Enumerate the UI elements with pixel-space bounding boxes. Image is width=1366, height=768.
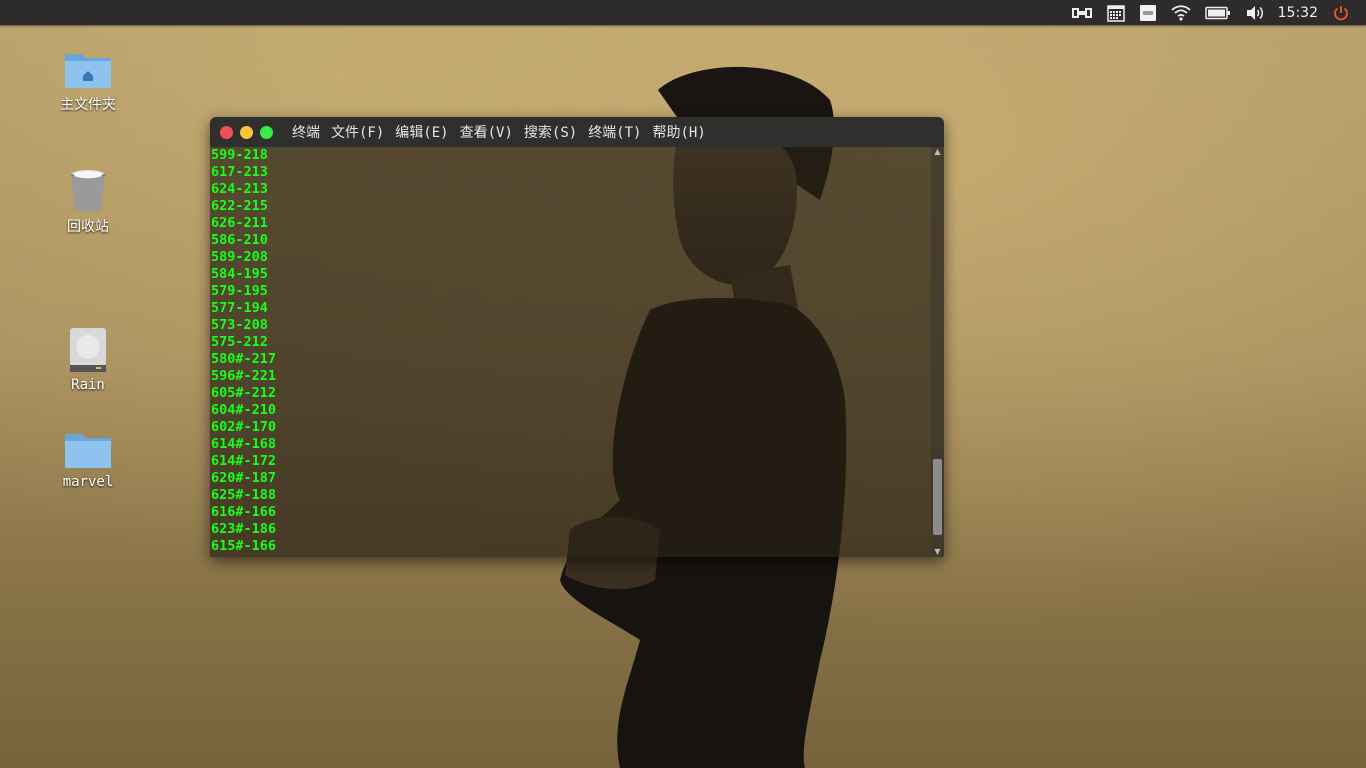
output-line: 599-218 <box>211 147 268 163</box>
desktop-icon-label: Rain <box>71 377 105 393</box>
clock[interactable]: 15:32 <box>1278 5 1318 21</box>
maximize-button[interactable] <box>260 125 273 139</box>
output-line: 615#-166 <box>211 538 277 554</box>
output-line: 605#-212 <box>211 385 277 401</box>
menu-search[interactable]: 搜索(S) <box>524 122 577 142</box>
desktop-icon-label: 回收站 <box>67 219 109 235</box>
output-line: 617-213 <box>211 164 268 180</box>
menu-edit[interactable]: 编辑(E) <box>395 122 448 142</box>
home-folder-icon <box>65 54 111 88</box>
desktop-icon-marvel[interactable]: marvel <box>38 430 138 490</box>
terminal-output[interactable]: 599-218 617-213 624-213 622-215 626-211 … <box>210 147 944 557</box>
volume-icon[interactable] <box>1245 0 1265 25</box>
desktop-icon-trash[interactable]: 回收站 <box>38 166 138 236</box>
output-line: 589-208 <box>211 249 268 265</box>
scroll-down-arrow-icon[interactable]: ▼ <box>931 547 944 557</box>
terminal-window: 终端 文件(F) 编辑(E) 查看(V) 搜索(S) 终端(T) 帮助(H) 5… <box>210 117 944 557</box>
top-panel: 15:32 <box>0 0 1366 25</box>
output-line: 577-194 <box>211 300 268 316</box>
output-line: 620#-187 <box>211 470 277 486</box>
output-line: 624-213 <box>211 181 268 197</box>
output-line: 626-211 <box>211 215 268 231</box>
output-line: 623#-186 <box>211 521 277 537</box>
desktop-icon-home[interactable]: 主文件夹 <box>38 50 138 114</box>
output-line: 580#-217 <box>211 351 277 367</box>
output-line: 602#-170 <box>211 419 277 435</box>
output-line: 622-215 <box>211 198 268 214</box>
power-icon[interactable] <box>1333 0 1349 25</box>
output-line: 614#-172 <box>211 453 277 469</box>
terminal-titlebar[interactable]: 终端 文件(F) 编辑(E) 查看(V) 搜索(S) 终端(T) 帮助(H) <box>210 117 944 147</box>
trash-icon <box>71 170 105 212</box>
output-line: 596#-221 <box>211 368 277 384</box>
system-tray: 15:32 <box>1064 0 1366 25</box>
calendar-icon[interactable] <box>1106 0 1125 25</box>
minimize-button[interactable] <box>240 125 253 139</box>
drive-icon <box>70 328 106 372</box>
scroll-up-arrow-icon[interactable]: ▲ <box>931 147 944 157</box>
close-button[interactable] <box>220 125 233 139</box>
output-line: 579-195 <box>211 283 268 299</box>
keyboard-icon[interactable] <box>1139 0 1157 25</box>
output-line: 575-212 <box>211 334 268 350</box>
desktop-icon-rain[interactable]: Rain <box>38 327 138 393</box>
output-line: 584-195 <box>211 266 268 282</box>
menu-help[interactable]: 帮助(H) <box>652 122 705 142</box>
wifi-icon[interactable] <box>1171 0 1191 25</box>
output-lines: 599-218 617-213 624-213 622-215 626-211 … <box>211 147 276 555</box>
output-line: 573-208 <box>211 317 268 333</box>
window-title: 终端 <box>292 125 320 141</box>
desktop-icon-label: marvel <box>62 474 114 490</box>
output-line: 625#-188 <box>211 487 277 503</box>
menu-file[interactable]: 文件(F) <box>331 122 384 142</box>
desktop-icon-label: 主文件夹 <box>60 97 116 113</box>
output-line: 604#-210 <box>211 402 277 418</box>
scroll-thumb[interactable] <box>933 459 942 535</box>
battery-icon[interactable] <box>1204 0 1231 25</box>
menu-terminal[interactable]: 终端(T) <box>588 122 641 142</box>
output-line: 616#-166 <box>211 504 277 520</box>
input-method-icon[interactable] <box>1071 0 1093 25</box>
output-line: 614#-168 <box>211 436 277 452</box>
window-controls <box>220 125 280 139</box>
folder-icon <box>65 434 111 468</box>
menu-bar: 终端 文件(F) 编辑(E) 查看(V) 搜索(S) 终端(T) 帮助(H) <box>292 122 717 142</box>
menu-view[interactable]: 查看(V) <box>460 122 513 142</box>
output-line: 586-210 <box>211 232 268 248</box>
scrollbar[interactable]: ▲ ▼ <box>931 147 944 557</box>
